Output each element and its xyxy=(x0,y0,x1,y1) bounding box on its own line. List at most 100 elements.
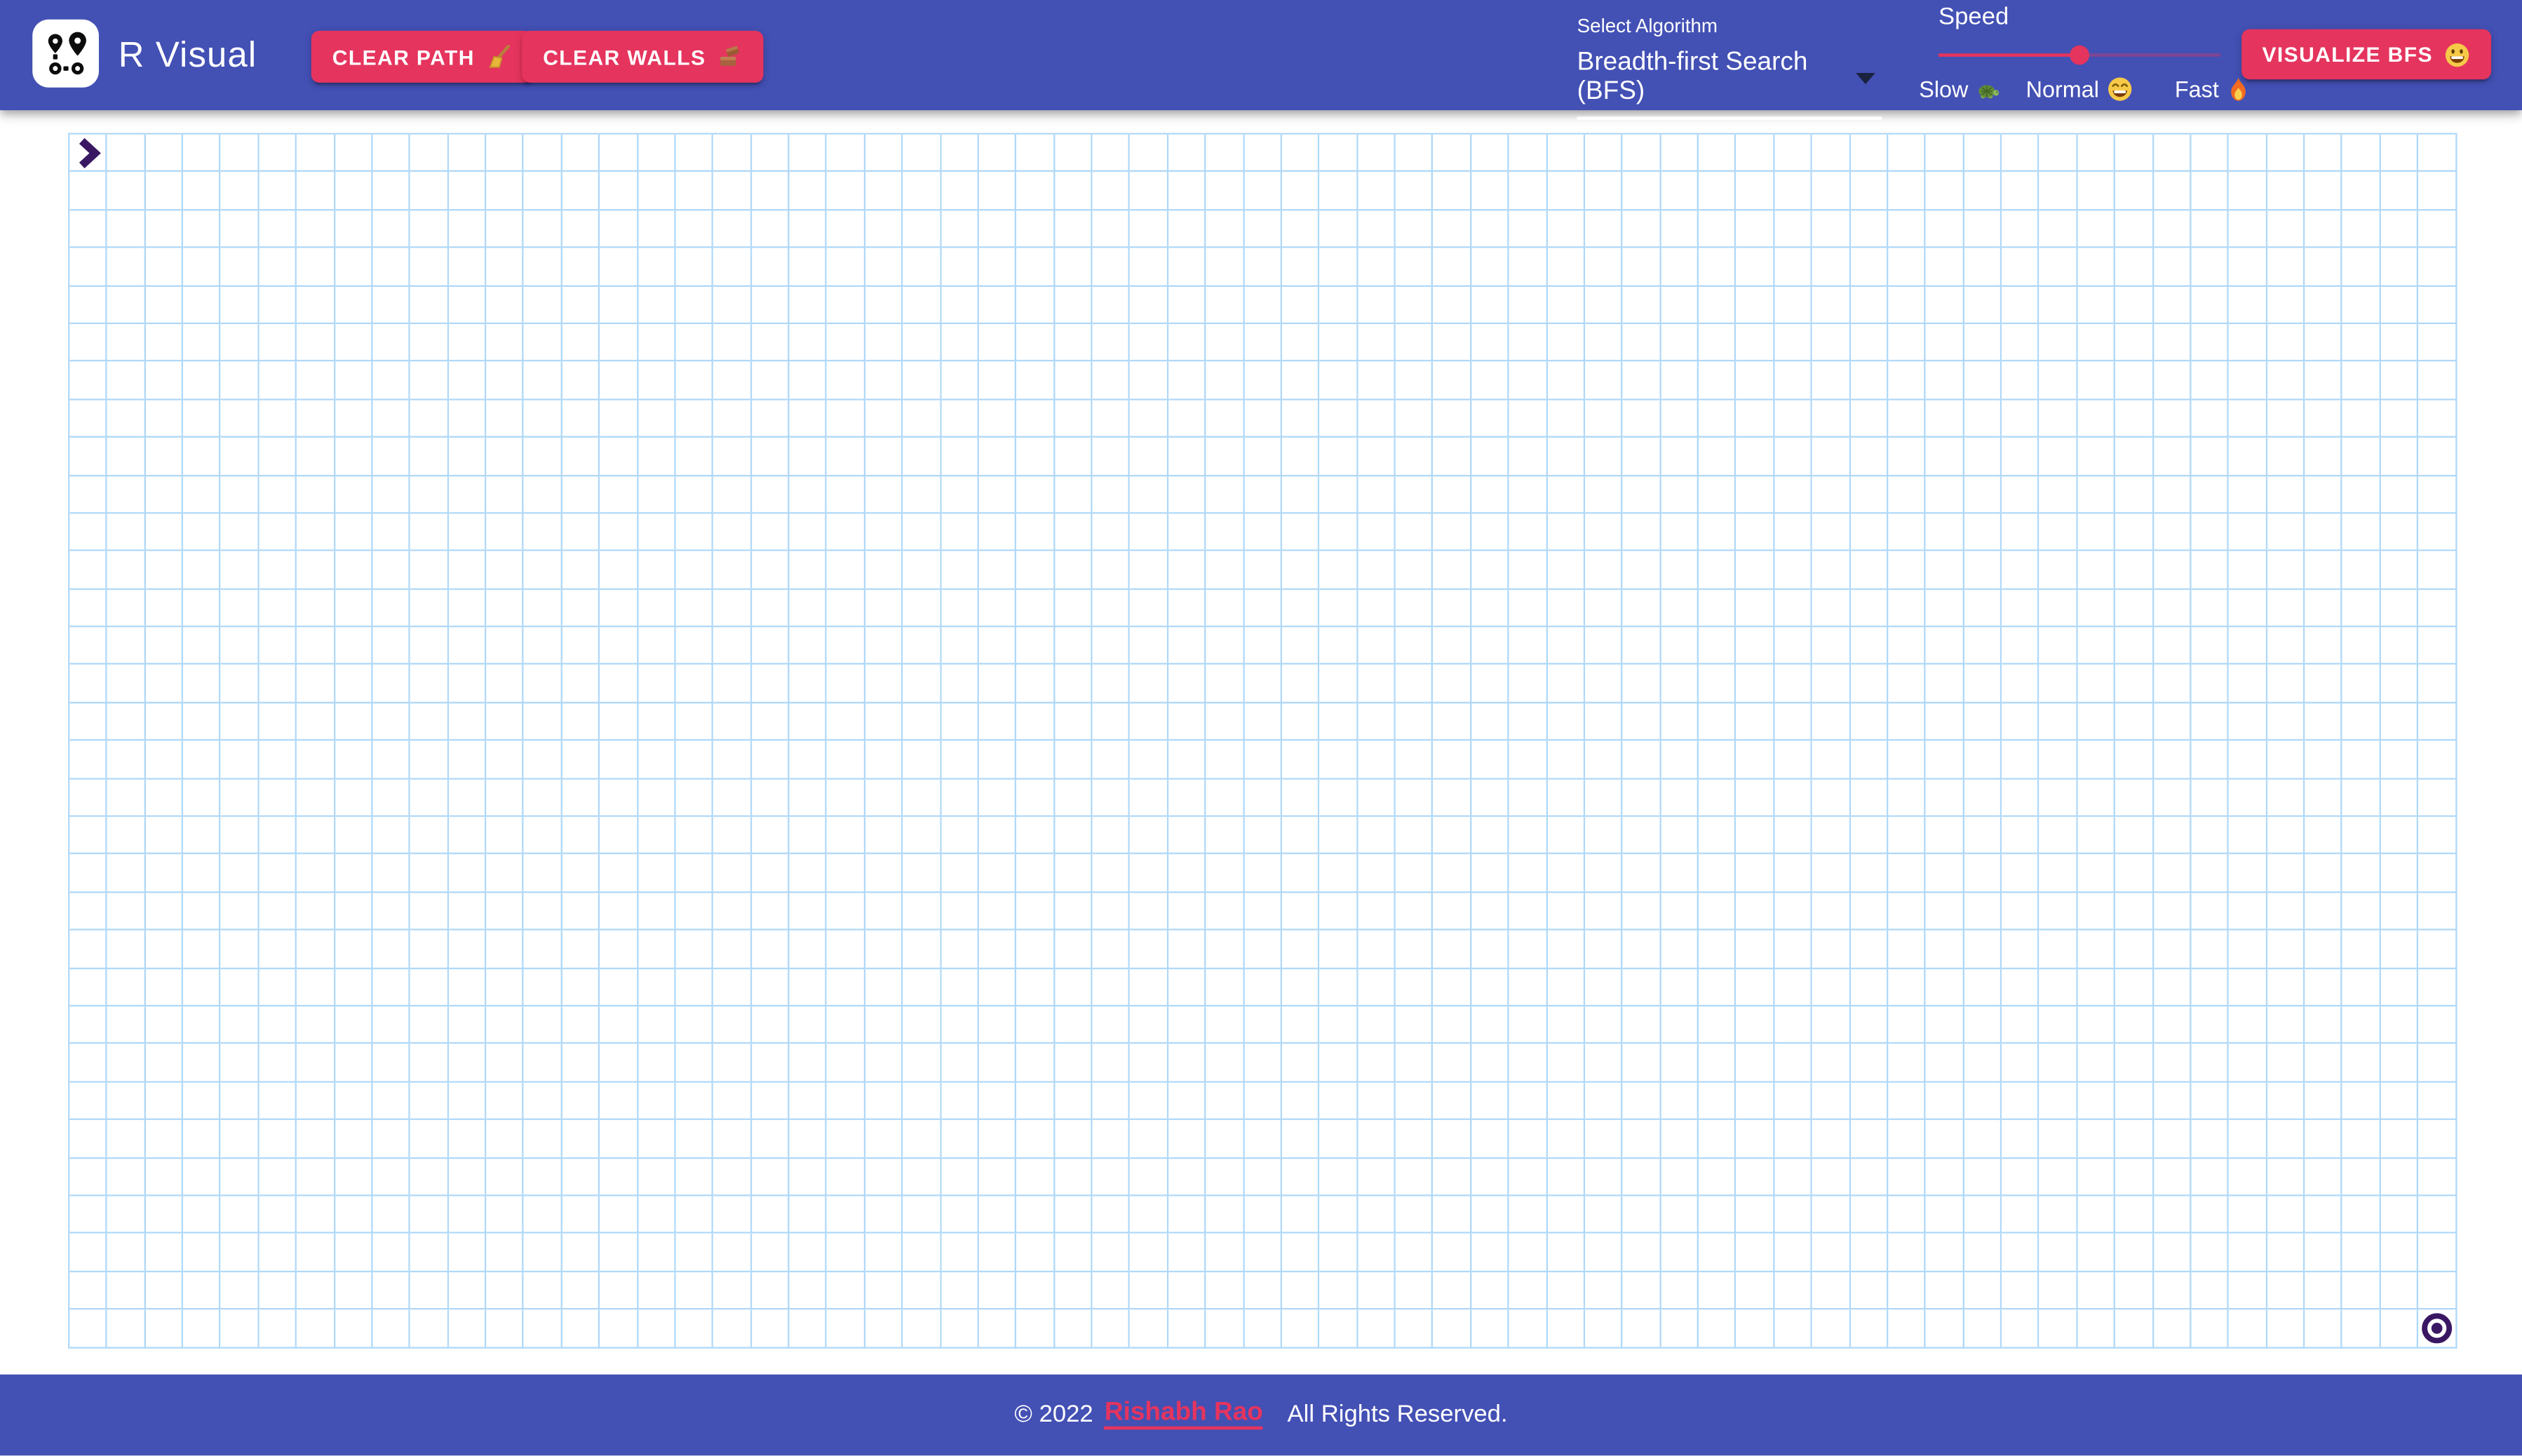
grid-cell[interactable] xyxy=(1093,324,1131,362)
grid-cell[interactable] xyxy=(1623,855,1661,893)
grid-cell[interactable] xyxy=(2002,286,2039,324)
grid-cell[interactable] xyxy=(1850,1120,1888,1158)
grid-cell[interactable] xyxy=(2077,628,2115,666)
grid-cell[interactable] xyxy=(1471,969,1509,1006)
grid-cell[interactable] xyxy=(600,590,638,628)
grid-cell[interactable] xyxy=(2191,173,2229,210)
grid-cell[interactable] xyxy=(1850,513,1888,551)
grid-cell[interactable] xyxy=(1244,741,1282,779)
grid-cell[interactable] xyxy=(2039,1082,2077,1120)
grid-cell[interactable] xyxy=(1055,666,1093,703)
grid-cell[interactable] xyxy=(183,438,221,476)
grid-cell[interactable] xyxy=(1358,1044,1396,1082)
grid-cell[interactable] xyxy=(2002,628,2039,666)
grid-cell[interactable] xyxy=(941,590,979,628)
grid-cell[interactable] xyxy=(865,1234,903,1272)
grid-cell[interactable] xyxy=(1888,703,1926,741)
grid-cell[interactable] xyxy=(752,135,790,173)
grid-cell[interactable] xyxy=(221,590,259,628)
grid-cell[interactable] xyxy=(2418,1272,2456,1310)
grid-cell[interactable] xyxy=(1055,173,1093,210)
grid-cell[interactable] xyxy=(69,438,107,476)
grid-cell[interactable] xyxy=(941,1158,979,1196)
grid-cell[interactable] xyxy=(107,135,145,173)
grid-cell[interactable] xyxy=(1434,1272,1471,1310)
grid-cell[interactable] xyxy=(1168,969,1206,1006)
grid-cell[interactable] xyxy=(1850,551,1888,589)
grid-cell[interactable] xyxy=(525,1082,562,1120)
grid-cell[interactable] xyxy=(183,969,221,1006)
grid-cell[interactable] xyxy=(562,666,600,703)
grid-cell[interactable] xyxy=(1850,590,1888,628)
grid-cell[interactable] xyxy=(2115,1310,2153,1348)
grid-cell[interactable] xyxy=(903,893,941,931)
grid-cell[interactable] xyxy=(1396,1310,1434,1348)
grid-cell[interactable] xyxy=(1168,779,1206,817)
grid-cell[interactable] xyxy=(1585,855,1623,893)
grid-cell[interactable] xyxy=(1850,969,1888,1006)
grid-cell[interactable] xyxy=(2418,666,2456,703)
grid-cell[interactable] xyxy=(1850,779,1888,817)
grid-cell[interactable] xyxy=(145,513,183,551)
grid-cell[interactable] xyxy=(2342,1196,2380,1234)
grid-cell[interactable] xyxy=(1737,1310,1774,1348)
grid-cell[interactable] xyxy=(1926,513,1964,551)
grid-cell[interactable] xyxy=(1320,741,1358,779)
grid-cell[interactable] xyxy=(1282,1006,1320,1044)
grid-cell[interactable] xyxy=(449,893,487,931)
grid-cell[interactable] xyxy=(1850,286,1888,324)
grid-cell[interactable] xyxy=(903,1272,941,1310)
grid-cell[interactable] xyxy=(2077,855,2115,893)
grid-cell[interactable] xyxy=(1737,741,1774,779)
grid-cell[interactable] xyxy=(714,438,752,476)
grid-cell[interactable] xyxy=(1509,362,1547,400)
grid-cell[interactable] xyxy=(1661,666,1699,703)
grid-cell[interactable] xyxy=(2305,817,2342,855)
grid-cell[interactable] xyxy=(638,1310,676,1348)
grid-cell[interactable] xyxy=(2077,779,2115,817)
grid-cell[interactable] xyxy=(1434,210,1471,248)
grid-cell[interactable] xyxy=(676,855,714,893)
grid-cell[interactable] xyxy=(145,1272,183,1310)
grid-cell[interactable] xyxy=(525,135,562,173)
grid-cell[interactable] xyxy=(372,513,410,551)
grid-cell[interactable] xyxy=(865,135,903,173)
grid-cell[interactable] xyxy=(1926,931,1964,969)
grid-cell[interactable] xyxy=(449,476,487,513)
grid-cell[interactable] xyxy=(1964,855,2002,893)
grid-cell[interactable] xyxy=(903,135,941,173)
grid-cell[interactable] xyxy=(372,286,410,324)
grid-cell[interactable] xyxy=(1017,931,1055,969)
grid-cell[interactable] xyxy=(2191,666,2229,703)
grid-cell[interactable] xyxy=(1585,1082,1623,1120)
grid-cell[interactable] xyxy=(1926,135,1964,173)
grid-cell[interactable] xyxy=(1017,703,1055,741)
grid-cell[interactable] xyxy=(1434,1196,1471,1234)
grid-cell[interactable] xyxy=(2342,703,2380,741)
grid-cell[interactable] xyxy=(449,703,487,741)
grid-cell[interactable] xyxy=(752,1158,790,1196)
grid-cell[interactable] xyxy=(714,1310,752,1348)
grid-cell[interactable] xyxy=(1396,135,1434,173)
grid-cell[interactable] xyxy=(2002,893,2039,931)
grid-cell[interactable] xyxy=(1964,438,2002,476)
grid-cell[interactable] xyxy=(1358,248,1396,286)
grid-cell[interactable] xyxy=(2380,1234,2418,1272)
grid-cell[interactable] xyxy=(979,400,1017,438)
grid-cell[interactable] xyxy=(752,324,790,362)
grid-cell[interactable] xyxy=(2077,286,2115,324)
grid-cell[interactable] xyxy=(2002,1082,2039,1120)
grid-cell[interactable] xyxy=(1812,1044,1850,1082)
grid-cell[interactable] xyxy=(1168,931,1206,969)
grid-cell[interactable] xyxy=(2229,1196,2267,1234)
grid-cell[interactable] xyxy=(449,1082,487,1120)
grid-cell[interactable] xyxy=(1320,893,1358,931)
grid-cell[interactable] xyxy=(676,513,714,551)
grid-cell[interactable] xyxy=(1055,893,1093,931)
grid-cell[interactable] xyxy=(2418,476,2456,513)
grid-cell[interactable] xyxy=(1434,513,1471,551)
grid-cell[interactable] xyxy=(600,969,638,1006)
grid-cell[interactable] xyxy=(979,969,1017,1006)
grid-cell[interactable] xyxy=(1017,1234,1055,1272)
grid-cell[interactable] xyxy=(790,551,828,589)
